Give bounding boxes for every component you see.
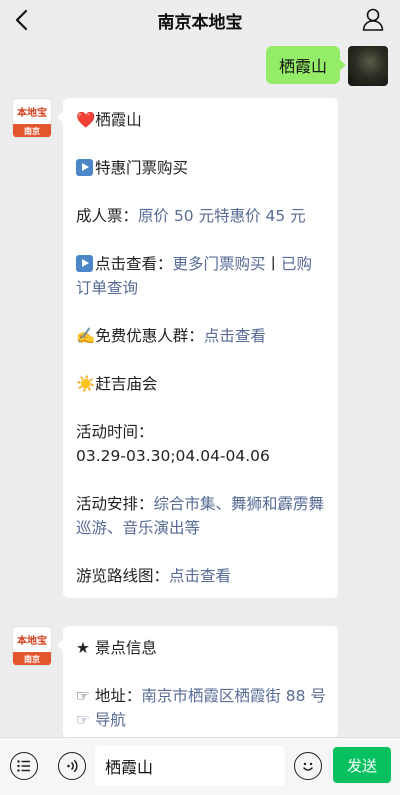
user-message-bubble[interactable]: 栖霞山 [265, 46, 347, 84]
menu-list-icon[interactable] [10, 752, 38, 780]
adult-ticket-line: 成人票：原价 50 元特惠价 45 元 [76, 204, 326, 228]
ticket-title-line: 特惠门票购买 [76, 156, 326, 180]
bot-avatar[interactable]: 本地宝 南京 [12, 626, 52, 666]
bot-message-bubble: ★ 景点信息 ☞ 地址：南京市栖霞区栖霞街 88 号 ☞ 导航 [57, 626, 338, 738]
send-button[interactable]: 发送 [333, 747, 391, 783]
route-link[interactable]: 点击查看 [169, 567, 231, 585]
bot-logo-city: 南京 [13, 652, 51, 665]
free-group-link[interactable]: 点击查看 [204, 327, 266, 345]
user-message-row: 栖霞山 [265, 46, 388, 86]
input-bar: 栖霞山 发送 [0, 737, 400, 795]
voice-input-icon[interactable] [58, 752, 86, 780]
activity-time-block: 活动时间： 03.29-03.30;04.04-04.06 [76, 420, 326, 468]
activity-time-label: 活动时间： [76, 423, 154, 441]
bot-logo-city: 南京 [13, 124, 51, 137]
more-tickets-link[interactable]: 更多门票购买 [173, 255, 266, 273]
bot-avatar[interactable]: 本地宝 南京 [12, 98, 52, 138]
adult-ticket-label: 成人票： [76, 207, 139, 225]
free-group-line: ✍️免费优惠人群：点击查看 [76, 324, 326, 348]
user-avatar[interactable] [348, 46, 388, 86]
temple-fair-title: 赶吉庙会 [95, 375, 158, 393]
click-view-label: 点击查看： [95, 255, 173, 273]
click-view-line: 点击查看：更多门票购买丨已购订单查询 [76, 252, 326, 300]
play-button-icon [76, 159, 93, 176]
activity-time-value: 03.29-03.30;04.04-04.06 [76, 447, 270, 465]
navigation-link[interactable]: ☞ 导航 [76, 711, 126, 729]
link-separator: 丨 [265, 255, 282, 273]
sun-icon: ☀️ [76, 375, 96, 393]
chat-title: 南京本地宝 [157, 12, 243, 33]
message-input[interactable]: 栖霞山 [95, 746, 285, 786]
ticket-title: 特惠门票购买 [95, 159, 189, 177]
free-group-label: ✍️免费优惠人群： [76, 327, 204, 345]
message-input-value: 栖霞山 [105, 758, 154, 777]
play-button-icon [76, 255, 93, 272]
bot-message-bubble: ❤️栖霞山 特惠门票购买 成人票：原价 50 元特惠价 45 元 点击查看：更多… [57, 98, 338, 598]
route-line: 游览路线图：点击查看 [76, 564, 326, 588]
route-label: 游览路线图： [76, 567, 170, 585]
activity-arrange-label: 活动安排： [76, 495, 154, 513]
bot-logo-text: 本地宝 [17, 636, 47, 647]
emoji-icon[interactable] [294, 752, 322, 780]
address-line: ☞ 地址：南京市栖霞区栖霞街 88 号 ☞ 导航 [76, 684, 326, 732]
user-profile-icon[interactable] [360, 6, 386, 32]
activity-arrange-line: 活动安排：综合市集、舞狮和霹雳舞巡游、音乐演出等 [76, 492, 326, 540]
message-heading: ❤️栖霞山 [76, 111, 142, 129]
top-bar: 南京本地宝 [0, 0, 400, 40]
address-label: ☞ 地址： [76, 687, 142, 705]
scenic-info-heading: ★ 景点信息 [76, 639, 157, 657]
back-arrow-icon[interactable] [10, 7, 36, 33]
temple-fair-line: ☀️赶吉庙会 [76, 372, 326, 396]
adult-ticket-price-link[interactable]: 原价 50 元特惠价 45 元 [138, 207, 306, 225]
user-message-text: 栖霞山 [278, 57, 327, 76]
bot-logo-text: 本地宝 [17, 108, 47, 119]
address-link[interactable]: 南京市栖霞区栖霞街 88 号 [141, 687, 326, 705]
